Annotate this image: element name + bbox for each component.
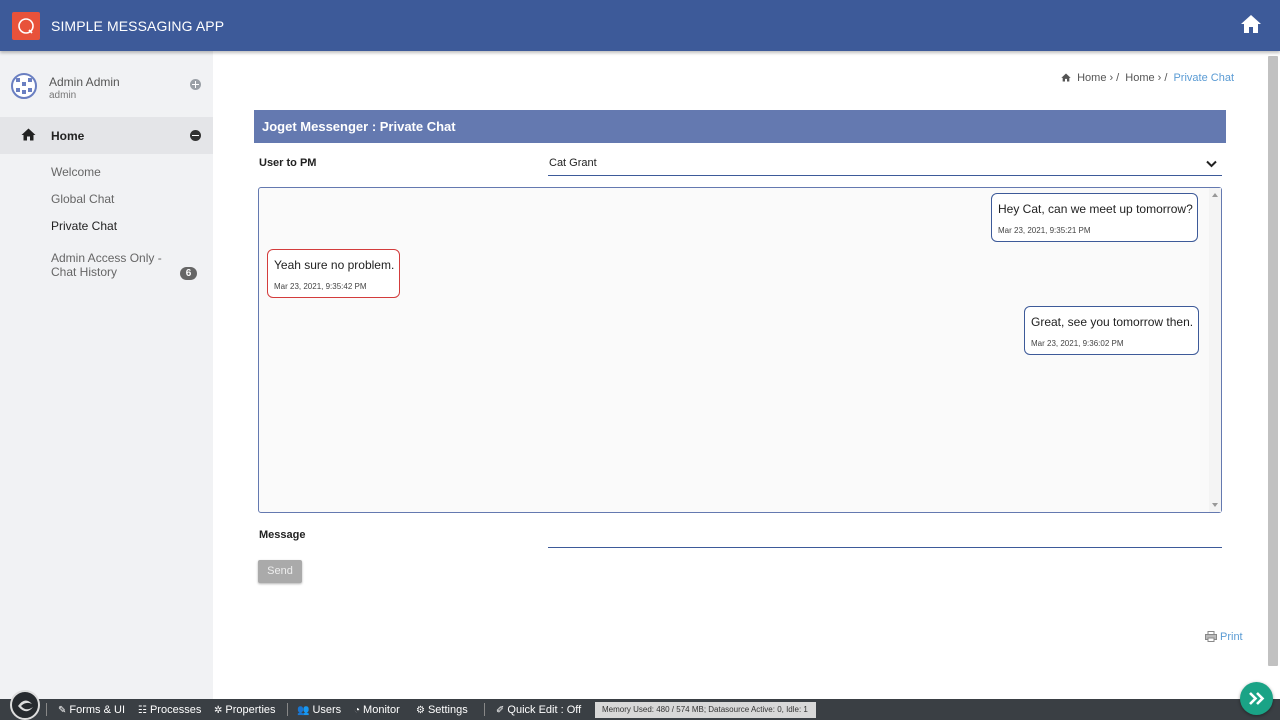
quick-edit-toggle[interactable]: ✐ Quick Edit : Off — [496, 704, 581, 716]
message-label: Message — [259, 529, 306, 541]
print-label: Print — [1220, 631, 1243, 643]
brush-icon: ✐ — [496, 705, 505, 716]
breadcrumb-item-home[interactable]: Home — [1077, 72, 1106, 84]
page-title: Joget Messenger : Private Chat — [262, 119, 456, 134]
message-bubble-sent: Hey Cat, can we meet up tomorrow? Mar 23… — [991, 193, 1198, 242]
breadcrumb: Home › / Home › / Private Chat — [1061, 72, 1234, 84]
home-icon[interactable] — [1240, 14, 1262, 36]
users-label: Users — [312, 704, 342, 716]
separator — [46, 703, 47, 716]
sidebar-item-home-label: Home — [51, 129, 85, 143]
panel-header: Joget Messenger : Private Chat — [254, 110, 1226, 143]
message-bubble-sent: Great, see you tomorrow then. Mar 23, 20… — [1024, 306, 1199, 355]
scroll-down-icon[interactable] — [1212, 503, 1218, 507]
chat-window[interactable]: Hey Cat, can we meet up tomorrow? Mar 23… — [258, 187, 1222, 513]
admin-bar: ✎ Forms & UI ☷ Processes ✲ Properties 👥 User… — [0, 690, 1280, 720]
breadcrumb-item-home-2[interactable]: Home — [1125, 72, 1154, 84]
app-logo-icon[interactable] — [12, 12, 40, 40]
avatar — [11, 73, 37, 99]
user-to-pm-label: User to PM — [259, 157, 317, 169]
properties-label: Properties — [225, 704, 276, 716]
message-input[interactable] — [548, 547, 1222, 548]
settings-label: Settings — [427, 704, 468, 716]
expand-toolbar-button[interactable] — [1240, 682, 1273, 715]
list-icon: ☷ — [138, 705, 147, 716]
sidebar-item-chat-history[interactable]: Admin Access Only - Chat History — [51, 251, 186, 279]
collapse-icon[interactable] — [190, 130, 201, 141]
separator — [484, 703, 485, 716]
sidebar: Admin Admin admin Home Welcome Global Ch… — [0, 51, 213, 699]
breadcrumb-item-current: Private Chat — [1173, 72, 1234, 84]
quick-edit-label: Quick Edit : Off — [507, 704, 582, 716]
processes-button[interactable]: ☷ Processes — [138, 704, 201, 716]
double-chevron-right-icon — [1249, 692, 1265, 705]
message-text: Great, see you tomorrow then. — [1031, 315, 1194, 329]
users-icon: 👥 — [297, 705, 310, 716]
app-title[interactable]: SIMPLE MESSAGING APP — [51, 18, 224, 34]
home-nav-icon — [21, 128, 36, 144]
print-link[interactable]: Print — [1205, 631, 1243, 643]
edit-icon: ✎ — [58, 705, 67, 716]
expand-profile-icon[interactable] — [190, 79, 201, 90]
users-button[interactable]: 👥 Users — [297, 704, 341, 716]
processes-label: Processes — [149, 704, 202, 716]
message-timestamp: Mar 23, 2021, 9:35:42 PM — [274, 282, 367, 291]
separator — [287, 703, 288, 716]
send-button[interactable]: Send — [258, 560, 302, 583]
gear-icon: ✲ — [214, 705, 223, 716]
gears-icon: ⚙ — [416, 705, 425, 716]
user-name: Admin Admin — [49, 75, 120, 89]
message-bubble-received: Yeah sure no problem. Mar 23, 2021, 9:35… — [267, 249, 400, 298]
top-header: SIMPLE MESSAGING APP — [0, 0, 1280, 51]
message-text: Hey Cat, can we meet up tomorrow? — [998, 202, 1193, 216]
sidebar-item-home[interactable]: Home — [0, 117, 213, 154]
message-text: Yeah sure no problem. — [274, 258, 395, 272]
dashboard-icon: ◔ — [354, 705, 361, 716]
sidebar-item-global-chat[interactable]: Global Chat — [51, 192, 114, 206]
user-select-value: Cat Grant — [549, 157, 597, 169]
properties-button[interactable]: ✲ Properties — [214, 704, 276, 716]
forms-ui-label: Forms & UI — [69, 704, 126, 716]
memory-status: Memory Used: 480 / 574 MB; Datasource Ac… — [595, 702, 816, 718]
scroll-up-icon[interactable] — [1212, 193, 1218, 197]
print-icon — [1205, 631, 1217, 642]
joget-logo-icon[interactable] — [10, 690, 40, 720]
page-scrollbar[interactable] — [1268, 56, 1278, 666]
breadcrumb-separator: › / — [1157, 72, 1168, 84]
breadcrumb-home-icon — [1061, 73, 1071, 82]
user-login: admin — [49, 90, 77, 101]
sidebar-item-private-chat[interactable]: Private Chat — [51, 219, 117, 233]
message-timestamp: Mar 23, 2021, 9:36:02 PM — [1031, 339, 1124, 348]
monitor-button[interactable]: ◔ Monitor — [354, 704, 400, 716]
chat-history-count-badge: 6 — [180, 267, 197, 280]
forms-ui-button[interactable]: ✎ Forms & UI — [58, 704, 125, 716]
settings-button[interactable]: ⚙ Settings — [416, 704, 468, 716]
breadcrumb-separator: › / — [1109, 72, 1120, 84]
sidebar-item-welcome[interactable]: Welcome — [51, 165, 101, 179]
message-timestamp: Mar 23, 2021, 9:35:21 PM — [998, 226, 1091, 235]
chevron-down-icon[interactable] — [1206, 157, 1217, 171]
chat-scrollbar[interactable] — [1209, 188, 1221, 512]
user-select[interactable]: Cat Grant — [548, 153, 1222, 176]
monitor-label: Monitor — [363, 704, 400, 716]
